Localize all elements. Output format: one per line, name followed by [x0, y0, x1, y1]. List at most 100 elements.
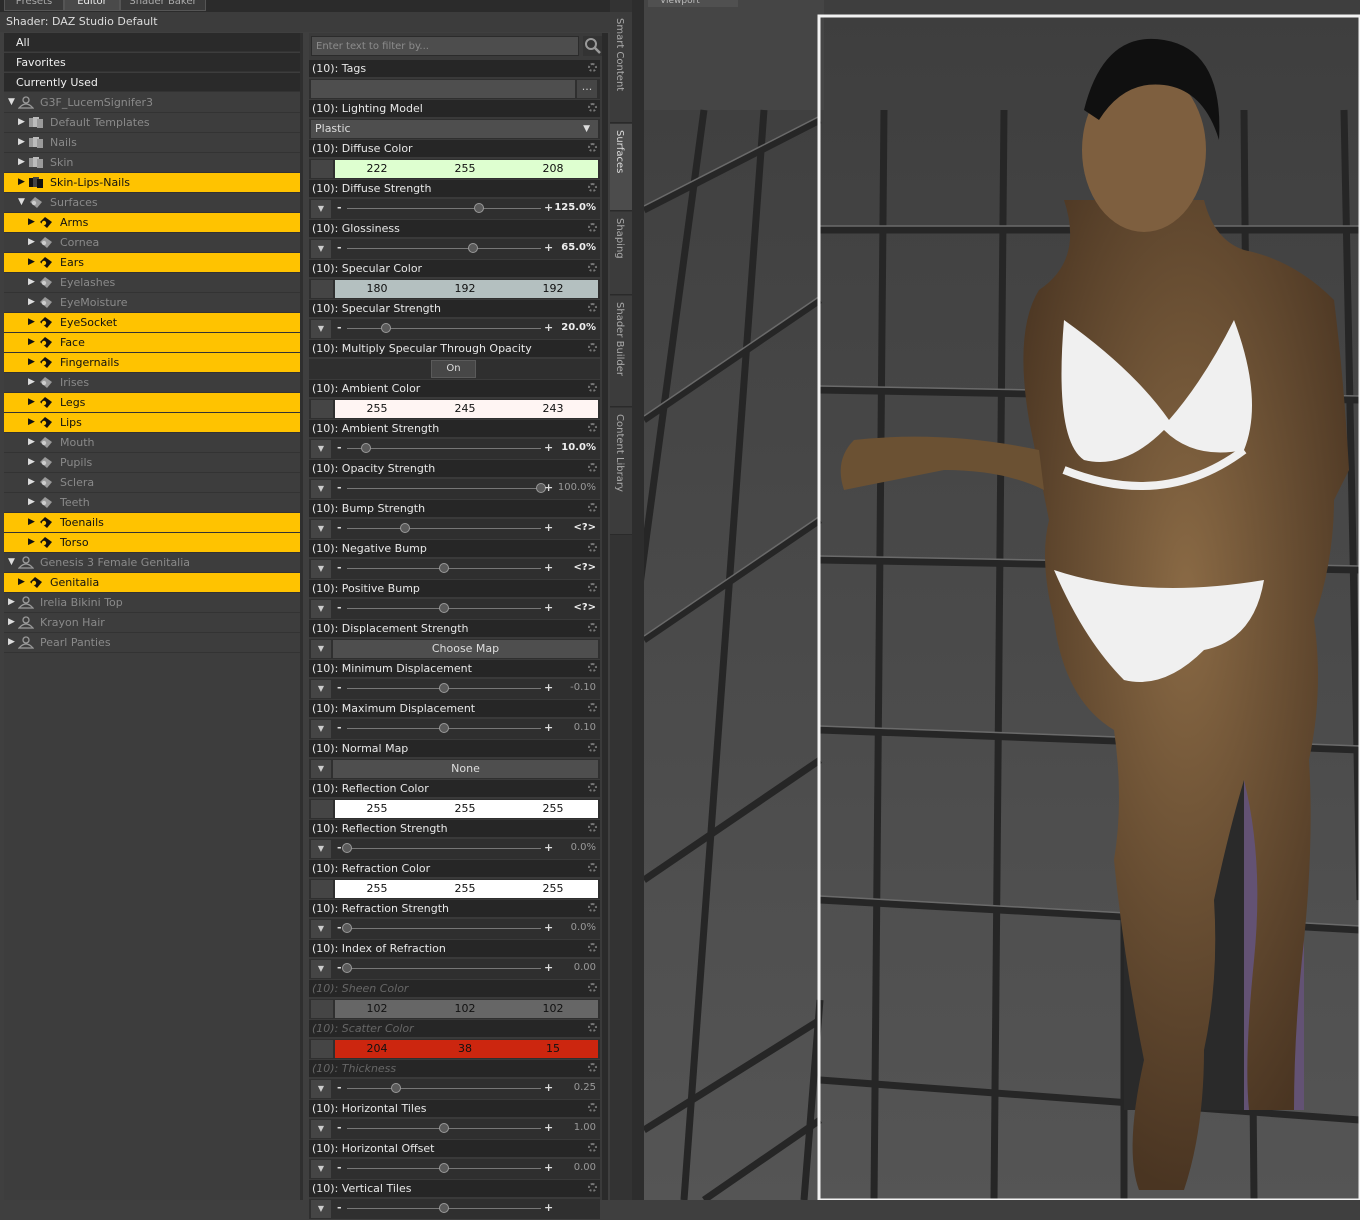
toggle-button[interactable]: On — [431, 360, 476, 378]
color-green-value[interactable]: 38 — [435, 1042, 495, 1055]
map-dropdown-button[interactable]: ▼ — [311, 520, 331, 538]
tree-item[interactable]: ▶ Teeth — [4, 493, 300, 513]
color-red-value[interactable]: 255 — [347, 802, 407, 815]
gear-icon[interactable] — [588, 1023, 597, 1032]
expand-arrow-icon[interactable]: ▶ — [28, 333, 35, 352]
map-dropdown-button[interactable]: ▼ — [311, 1120, 331, 1138]
tree-item[interactable]: ▶ EyeSocket — [4, 313, 300, 333]
tree-item[interactable]: ▶ Sclera — [4, 473, 300, 493]
map-dropdown-button[interactable]: ▼ — [311, 1160, 331, 1178]
color-red-value[interactable]: 204 — [347, 1042, 407, 1055]
color-swatch[interactable]: 255 245 243 — [335, 400, 598, 418]
decrement-icon[interactable]: - — [337, 241, 342, 254]
tree-item[interactable]: ▶ Default Templates — [4, 113, 300, 133]
slider-value[interactable]: 0.0% — [571, 842, 596, 853]
slider-knob[interactable] — [400, 523, 411, 533]
slider-knob[interactable] — [473, 203, 484, 213]
gear-icon[interactable] — [588, 983, 597, 992]
map-dropdown-button[interactable]: ▼ — [311, 480, 331, 498]
map-dropdown-button[interactable]: ▼ — [311, 320, 331, 338]
increment-icon[interactable]: + — [544, 441, 553, 454]
color-blue-value[interactable]: 15 — [523, 1042, 583, 1055]
tree-item[interactable]: ▶ Eyelashes — [4, 273, 300, 293]
color-green-value[interactable]: 102 — [435, 1002, 495, 1015]
slider-track[interactable] — [347, 328, 541, 329]
decrement-icon[interactable]: - — [337, 1201, 342, 1214]
gear-icon[interactable] — [588, 703, 597, 712]
expand-arrow-icon[interactable]: ▶ — [8, 593, 15, 612]
slider-value[interactable]: 20.0% — [561, 322, 596, 333]
gear-icon[interactable] — [588, 543, 597, 552]
color-red-value[interactable]: 222 — [347, 162, 407, 175]
color-green-value[interactable]: 192 — [435, 282, 495, 295]
decrement-icon[interactable]: - — [337, 441, 342, 454]
color-blue-value[interactable]: 255 — [523, 882, 583, 895]
gear-icon[interactable] — [588, 663, 597, 672]
map-button[interactable] — [311, 400, 333, 418]
map-dropdown-button[interactable]: ▼ — [311, 680, 331, 698]
choose-map-button[interactable]: Choose Map — [333, 640, 598, 658]
slider-value[interactable]: 0.25 — [574, 1082, 596, 1093]
gear-icon[interactable] — [588, 423, 597, 432]
slider-value[interactable]: 10.0% — [561, 442, 596, 453]
map-dropdown-button[interactable]: ▼ — [311, 1200, 331, 1218]
slider-value[interactable]: 0.0% — [571, 922, 596, 933]
gear-icon[interactable] — [588, 823, 597, 832]
expand-arrow-icon[interactable]: ▶ — [28, 293, 35, 312]
color-red-value[interactable]: 255 — [347, 882, 407, 895]
gear-icon[interactable] — [588, 183, 597, 192]
increment-icon[interactable]: + — [544, 321, 553, 334]
tree-item[interactable]: ▶ Legs — [4, 393, 300, 413]
decrement-icon[interactable]: - — [337, 201, 342, 214]
slider-track[interactable] — [347, 448, 541, 449]
increment-icon[interactable]: + — [544, 1081, 553, 1094]
decrement-icon[interactable]: - — [337, 841, 342, 854]
tab-shader-builder[interactable]: Shader Builder — [610, 296, 632, 407]
increment-icon[interactable]: + — [544, 481, 553, 494]
color-swatch[interactable]: 180 192 192 — [335, 280, 598, 298]
tree-item[interactable]: ▶ Irises — [4, 373, 300, 393]
increment-icon[interactable]: + — [544, 721, 553, 734]
tree-item[interactable]: ▶ Torso — [4, 533, 300, 553]
color-blue-value[interactable]: 243 — [523, 402, 583, 415]
decrement-icon[interactable]: - — [337, 601, 342, 614]
increment-icon[interactable]: + — [544, 1121, 553, 1134]
gear-icon[interactable] — [588, 503, 597, 512]
map-dropdown-button[interactable]: ▼ — [311, 1080, 331, 1098]
collapse-arrow-icon[interactable]: ▼ — [8, 553, 15, 572]
gear-icon[interactable] — [588, 63, 597, 72]
expand-arrow-icon[interactable]: ▶ — [28, 273, 35, 292]
map-dropdown-button[interactable]: ▼ — [311, 240, 331, 258]
slider-knob[interactable] — [439, 603, 449, 613]
expand-arrow-icon[interactable]: ▶ — [28, 373, 35, 392]
map-button[interactable] — [311, 160, 333, 178]
gear-icon[interactable] — [588, 143, 597, 152]
tree-item[interactable]: ▶ Toenails — [4, 513, 300, 533]
tab-shader-baker[interactable]: Shader Baker — [120, 0, 206, 11]
color-red-value[interactable]: 102 — [347, 1002, 407, 1015]
color-red-value[interactable]: 180 — [347, 282, 407, 295]
map-dropdown-button[interactable]: ▼ — [311, 200, 331, 218]
tab-smart-content[interactable]: Smart Content — [610, 12, 632, 123]
expand-arrow-icon[interactable]: ▶ — [28, 313, 35, 332]
map-dropdown-button[interactable]: ▼ — [311, 840, 331, 858]
color-swatch[interactable]: 222 255 208 — [335, 160, 598, 178]
slider-knob[interactable] — [380, 323, 391, 333]
tree-item[interactable]: ▶ Krayon Hair — [4, 613, 300, 633]
slider-value[interactable]: <?> — [573, 562, 596, 573]
slider-value[interactable]: 125.0% — [554, 202, 596, 213]
map-button[interactable] — [311, 1040, 333, 1058]
gear-icon[interactable] — [588, 103, 597, 112]
tree-item[interactable]: ▶ EyeMoisture — [4, 293, 300, 313]
expand-arrow-icon[interactable]: ▶ — [18, 573, 25, 592]
tree-item[interactable]: ▶ Nails — [4, 133, 300, 153]
decrement-icon[interactable]: - — [337, 921, 342, 934]
map-dropdown-button[interactable]: ▼ — [311, 720, 331, 738]
expand-arrow-icon[interactable]: ▶ — [28, 493, 35, 512]
gear-icon[interactable] — [588, 1143, 597, 1152]
expand-arrow-icon[interactable]: ▶ — [28, 233, 35, 252]
slider-knob[interactable] — [468, 243, 479, 253]
category-currently-used[interactable]: Currently Used — [4, 73, 300, 92]
tags-browse-button[interactable]: ... — [577, 80, 597, 98]
map-dropdown-button[interactable]: ▼ — [311, 920, 331, 938]
